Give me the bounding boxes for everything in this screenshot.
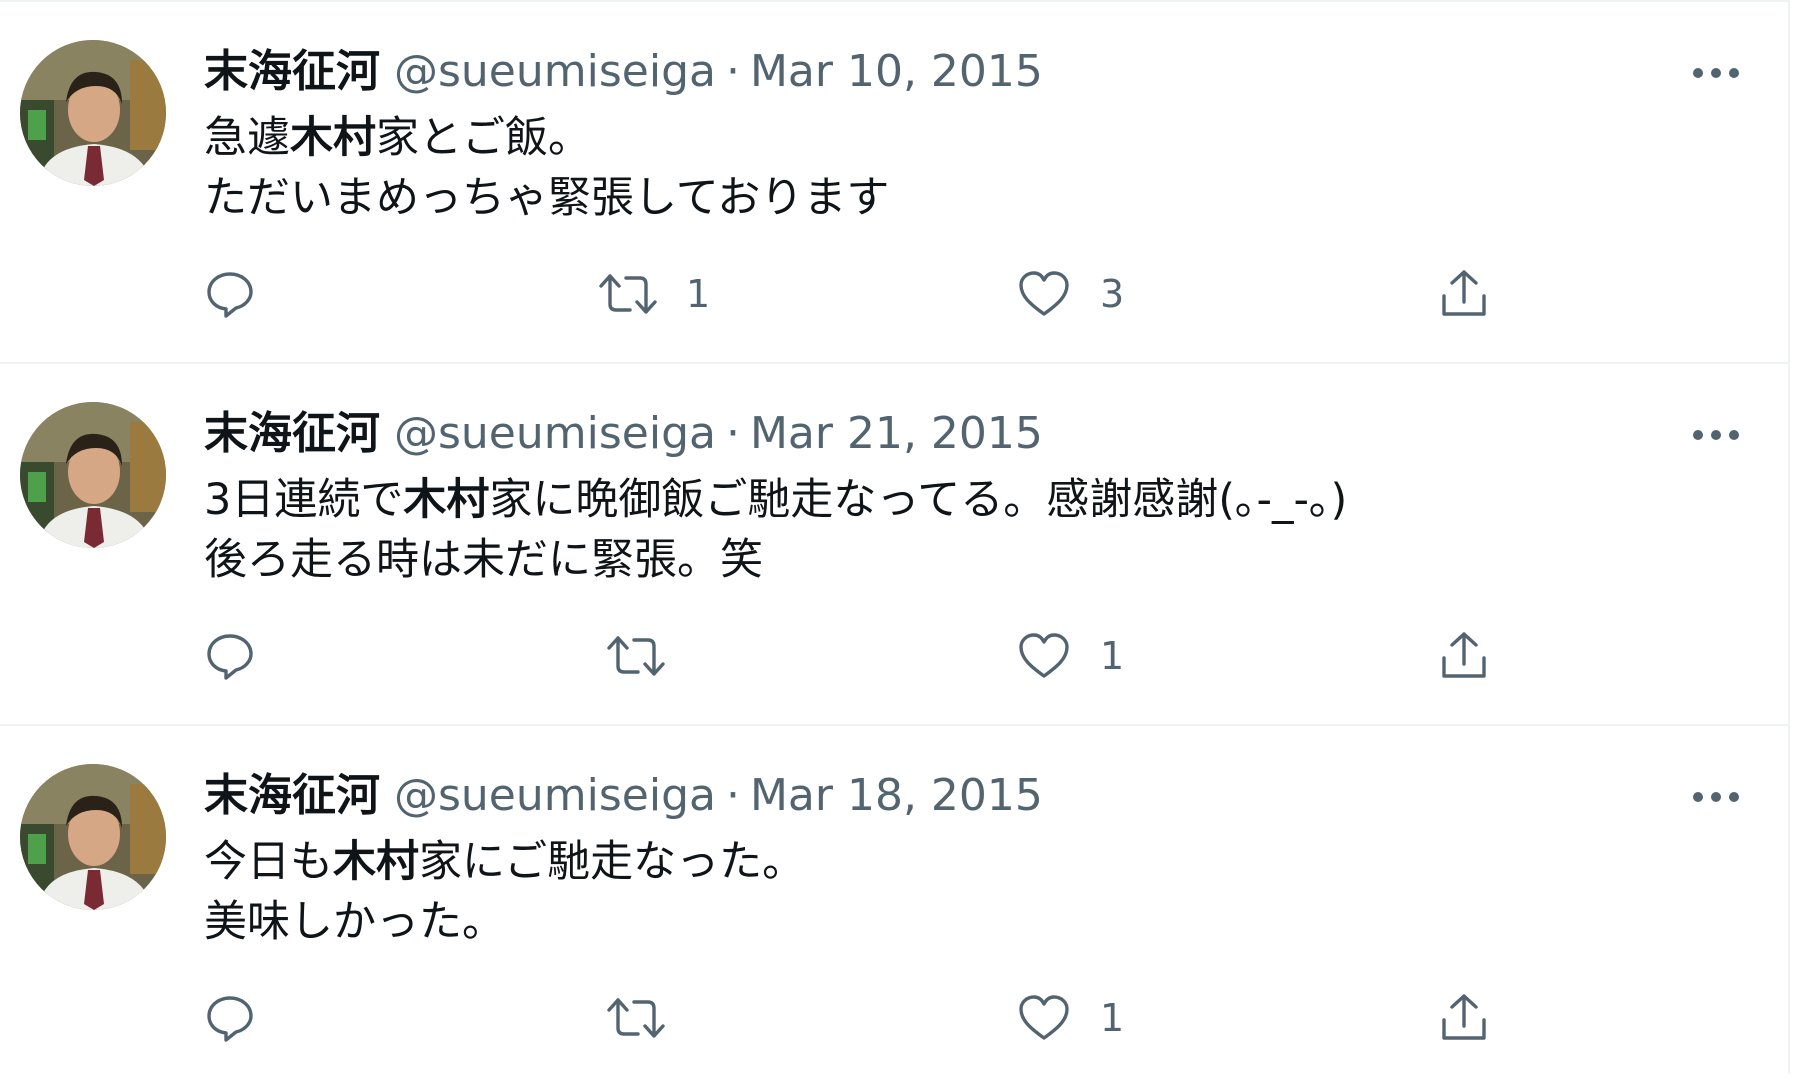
share-icon bbox=[1442, 994, 1486, 1040]
reply-icon bbox=[207, 996, 253, 1042]
more-button[interactable] bbox=[1688, 782, 1744, 812]
like-button[interactable]: 3 bbox=[1016, 264, 1124, 324]
meta-separator: · bbox=[725, 408, 740, 459]
author-name[interactable]: 末海征河 bbox=[204, 408, 380, 459]
text-segment: 急遽 bbox=[204, 113, 290, 163]
avatar[interactable] bbox=[20, 40, 166, 186]
tweet-feed: 末海征河 @sueumiseiga · Mar 10, 2015 急遽木村家とご飯。 … bbox=[0, 0, 1790, 1074]
tweet-text-line: 3日連続で木村家に晩御飯ご馳走なってる。感謝感謝(｡-_-｡) bbox=[204, 470, 1347, 530]
retweet-button[interactable] bbox=[606, 626, 694, 686]
like-count: 1 bbox=[1100, 996, 1125, 1040]
tweet-text: 急遽木村家とご飯。 ただいまめっちゃ緊張しております bbox=[204, 108, 889, 228]
text-segment: 3日連続で bbox=[204, 475, 404, 525]
retweet-icon bbox=[607, 636, 665, 676]
more-icon bbox=[1693, 430, 1739, 440]
tweet[interactable]: 末海征河 @sueumiseiga · Mar 18, 2015 今日も木村家にご馳走… bbox=[0, 724, 1788, 1088]
reply-button[interactable] bbox=[204, 988, 256, 1048]
author-handle[interactable]: @sueumiseiga bbox=[394, 408, 716, 459]
tweet-actions: 1 bbox=[204, 626, 1504, 686]
tweet-text-line: 今日も木村家にご馳走なった。 bbox=[204, 832, 805, 892]
retweet-icon bbox=[599, 274, 657, 314]
meta-separator: · bbox=[725, 770, 740, 821]
share-button[interactable] bbox=[1438, 988, 1490, 1048]
highlighted-term: 木村 bbox=[333, 837, 419, 887]
text-segment: 後ろ走る時は未だに緊張。笑 bbox=[204, 535, 763, 585]
tweet-text: 今日も木村家にご馳走なった。 美味しかった。 bbox=[204, 832, 805, 952]
tweet-text-line: ただいまめっちゃ緊張しております bbox=[204, 168, 889, 228]
avatar-photo bbox=[20, 764, 166, 910]
meta-separator: · bbox=[725, 46, 740, 97]
reply-icon bbox=[207, 634, 253, 680]
like-count: 1 bbox=[1100, 634, 1125, 678]
more-button[interactable] bbox=[1688, 58, 1744, 88]
author-name[interactable]: 末海征河 bbox=[204, 770, 380, 821]
tweet-header: 末海征河 @sueumiseiga · Mar 21, 2015 bbox=[204, 406, 1043, 462]
text-segment: 美味しかった。 bbox=[204, 897, 505, 947]
tweet-text-line: 後ろ走る時は未だに緊張。笑 bbox=[204, 530, 1347, 590]
tweet-date[interactable]: Mar 21, 2015 bbox=[750, 408, 1043, 459]
text-segment: 家にご馳走なった。 bbox=[419, 837, 806, 887]
share-icon bbox=[1442, 632, 1486, 678]
share-button[interactable] bbox=[1438, 626, 1490, 686]
tweet-header: 末海征河 @sueumiseiga · Mar 10, 2015 bbox=[204, 44, 1043, 100]
tweet[interactable]: 末海征河 @sueumiseiga · Mar 21, 2015 3日連続で木村家に晩… bbox=[0, 362, 1788, 722]
highlighted-term: 木村 bbox=[403, 475, 490, 525]
retweet-button[interactable] bbox=[606, 988, 694, 1048]
retweet-icon bbox=[607, 998, 665, 1038]
avatar-photo bbox=[20, 40, 166, 186]
tweet-date[interactable]: Mar 10, 2015 bbox=[750, 46, 1043, 97]
tweet-actions: 1 bbox=[204, 988, 1504, 1048]
share-icon bbox=[1442, 270, 1486, 316]
tweet-text-line: 美味しかった。 bbox=[204, 892, 805, 952]
text-segment: 家に晩御飯ご馳走なってる。感謝感謝(｡-_-｡) bbox=[489, 475, 1348, 525]
tweet-date[interactable]: Mar 18, 2015 bbox=[750, 770, 1043, 821]
avatar[interactable] bbox=[20, 764, 166, 910]
tweet[interactable]: 末海征河 @sueumiseiga · Mar 10, 2015 急遽木村家とご飯。 … bbox=[0, 0, 1788, 360]
author-name[interactable]: 末海征河 bbox=[204, 46, 380, 97]
tweet-text: 3日連続で木村家に晩御飯ご馳走なってる。感謝感謝(｡-_-｡) 後ろ走る時は未だ… bbox=[204, 470, 1347, 590]
share-button[interactable] bbox=[1438, 264, 1490, 324]
like-icon bbox=[1019, 995, 1069, 1040]
text-segment: 今日も bbox=[204, 837, 333, 887]
retweet-button[interactable]: 1 bbox=[598, 264, 710, 324]
like-icon bbox=[1019, 271, 1069, 316]
avatar-photo bbox=[20, 402, 166, 548]
more-icon bbox=[1693, 68, 1739, 78]
author-handle[interactable]: @sueumiseiga bbox=[394, 770, 716, 821]
text-segment: 家とご飯。 bbox=[376, 113, 591, 163]
highlighted-term: 木村 bbox=[290, 113, 376, 163]
avatar[interactable] bbox=[20, 402, 166, 548]
tweet-actions: 1 3 bbox=[204, 264, 1504, 324]
reply-button[interactable] bbox=[204, 264, 256, 324]
more-icon bbox=[1693, 792, 1739, 802]
like-button[interactable]: 1 bbox=[1016, 988, 1124, 1048]
more-button[interactable] bbox=[1688, 420, 1744, 450]
reply-button[interactable] bbox=[204, 626, 256, 686]
author-handle[interactable]: @sueumiseiga bbox=[394, 46, 716, 97]
like-count: 3 bbox=[1100, 272, 1125, 316]
like-button[interactable]: 1 bbox=[1016, 626, 1124, 686]
tweet-header: 末海征河 @sueumiseiga · Mar 18, 2015 bbox=[204, 768, 1043, 824]
text-segment: ただいまめっちゃ緊張しております bbox=[204, 173, 890, 223]
retweet-count: 1 bbox=[686, 272, 711, 316]
like-icon bbox=[1019, 633, 1069, 678]
tweet-text-line: 急遽木村家とご飯。 bbox=[204, 108, 889, 168]
reply-icon bbox=[207, 272, 253, 318]
